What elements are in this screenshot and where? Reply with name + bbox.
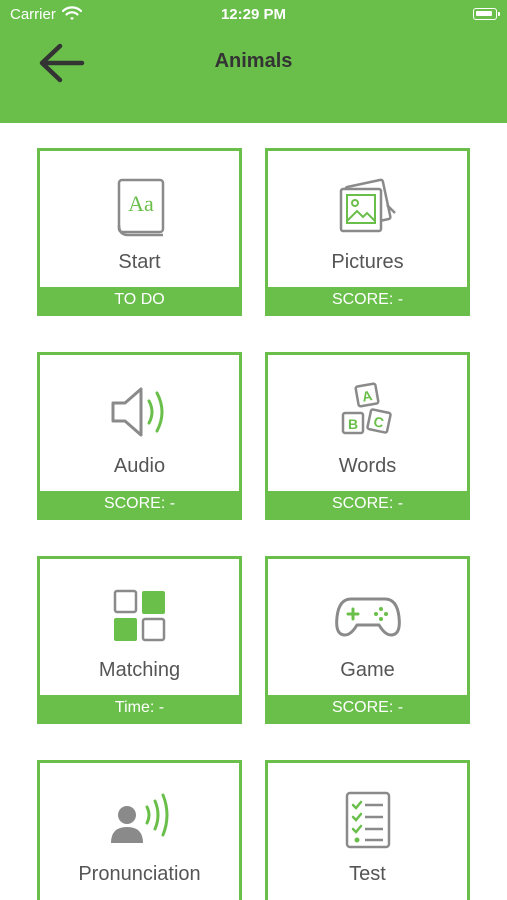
card-label: Game <box>340 659 395 681</box>
battery-icon <box>473 8 500 20</box>
audio-card[interactable]: Audio SCORE: - <box>37 352 242 520</box>
grid-icon <box>40 583 239 649</box>
card-status: Time: - <box>40 695 239 721</box>
card-status: SCORE: - <box>268 491 467 517</box>
card-status: TO DO <box>40 287 239 313</box>
test-card[interactable]: Test <box>265 760 470 900</box>
book-icon-text: Aa <box>128 191 154 216</box>
speaker-icon <box>40 379 239 445</box>
clock: 12:29 PM <box>220 6 287 23</box>
words-card[interactable]: A B C Words SCORE: - <box>265 352 470 520</box>
card-label: Matching <box>98 659 181 681</box>
speaking-person-icon <box>40 787 239 853</box>
pronunciation-card[interactable]: Pronunciation <box>37 760 242 900</box>
header-bar: Carrier 12:29 PM Animals <box>0 0 507 123</box>
status-bar: Carrier 12:29 PM <box>0 0 507 30</box>
card-status: SCORE: - <box>268 287 467 313</box>
matching-card[interactable]: Matching Time: - <box>37 556 242 724</box>
game-card[interactable]: Game SCORE: - <box>265 556 470 724</box>
block-c-letter: C <box>372 413 385 431</box>
block-a-letter: A <box>360 387 373 405</box>
card-label: Words <box>338 455 397 477</box>
book-icon: Aa <box>40 175 239 241</box>
card-label: Audio <box>113 455 166 477</box>
card-label: Start <box>118 251 161 273</box>
card-label: Pronunciation <box>78 863 201 885</box>
card-label: Test <box>349 863 386 885</box>
card-status: SCORE: - <box>40 491 239 517</box>
page-title: Animals <box>214 50 293 72</box>
card-label: Pictures <box>331 251 404 273</box>
pictures-card[interactable]: Pictures SCORE: - <box>265 148 470 316</box>
letter-blocks-icon: A B C <box>268 379 467 445</box>
gamepad-icon <box>268 583 467 649</box>
start-card[interactable]: Aa Start TO DO <box>37 148 242 316</box>
pictures-icon <box>268 175 467 241</box>
checklist-icon <box>268 787 467 853</box>
block-b-letter: B <box>347 416 357 432</box>
card-status: SCORE: - <box>268 695 467 721</box>
